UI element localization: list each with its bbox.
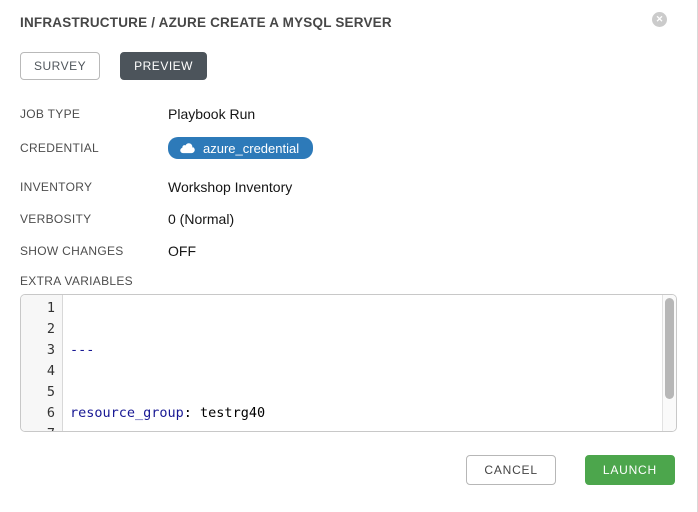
inventory-label: INVENTORY — [20, 180, 168, 194]
cancel-button[interactable]: CANCEL — [466, 455, 555, 485]
editor-scrollbar[interactable] — [662, 295, 676, 431]
line-number: 5 — [21, 382, 55, 403]
verbosity-value: 0 (Normal) — [168, 211, 234, 227]
modal-header: INFRASTRUCTURE / AZURE CREATE A MYSQL SE… — [0, 0, 697, 30]
line-number: 3 — [21, 340, 55, 361]
launch-job-modal: INFRASTRUCTURE / AZURE CREATE A MYSQL SE… — [0, 0, 698, 512]
cloud-icon — [180, 143, 195, 154]
editor-code-area[interactable]: --- resource_group: testrg40 location: e… — [63, 295, 662, 431]
field-verbosity: VERBOSITY 0 (Normal) — [20, 210, 677, 227]
modal-footer: CANCEL LAUNCH — [466, 455, 675, 485]
launch-button[interactable]: LAUNCH — [585, 455, 675, 485]
extra-variables-label: EXTRA VARIABLES — [20, 274, 677, 288]
job-type-label: JOB TYPE — [20, 107, 168, 121]
tab-survey[interactable]: SURVEY — [20, 52, 100, 80]
line-number: 4 — [21, 361, 55, 382]
line-number: 7 — [21, 424, 55, 432]
line-number: 6 — [21, 403, 55, 424]
field-show-changes: SHOW CHANGES OFF — [20, 242, 677, 259]
credential-badge[interactable]: azure_credential — [168, 137, 313, 159]
tab-bar: SURVEY PREVIEW — [20, 52, 677, 80]
tab-preview[interactable]: PREVIEW — [120, 52, 207, 80]
field-credential: CREDENTIAL azure_credential — [20, 137, 677, 159]
line-number: 1 — [21, 298, 55, 319]
modal-title: INFRASTRUCTURE / AZURE CREATE A MYSQL SE… — [20, 15, 677, 30]
credential-label: CREDENTIAL — [20, 141, 168, 155]
field-job-type: JOB TYPE Playbook Run — [20, 105, 677, 122]
editor-line-numbers: 1 2 3 4 5 6 7 — [21, 295, 63, 431]
job-detail-fields: JOB TYPE Playbook Run CREDENTIAL azure_c… — [20, 105, 677, 259]
field-inventory: INVENTORY Workshop Inventory — [20, 178, 677, 195]
code-line: resource_group: testrg40 — [70, 403, 662, 424]
show-changes-value: OFF — [168, 243, 196, 259]
inventory-value: Workshop Inventory — [168, 179, 292, 195]
close-icon[interactable]: ✕ — [652, 12, 667, 27]
line-number: 2 — [21, 319, 55, 340]
credential-badge-label: azure_credential — [203, 141, 299, 156]
credential-value: azure_credential — [168, 137, 313, 159]
extra-variables-editor[interactable]: 1 2 3 4 5 6 7 --- resource_group: testrg… — [20, 294, 677, 432]
job-type-value: Playbook Run — [168, 106, 255, 122]
code-line: --- — [70, 340, 662, 361]
show-changes-label: SHOW CHANGES — [20, 244, 168, 258]
verbosity-label: VERBOSITY — [20, 212, 168, 226]
editor-scrollbar-thumb[interactable] — [665, 298, 674, 399]
